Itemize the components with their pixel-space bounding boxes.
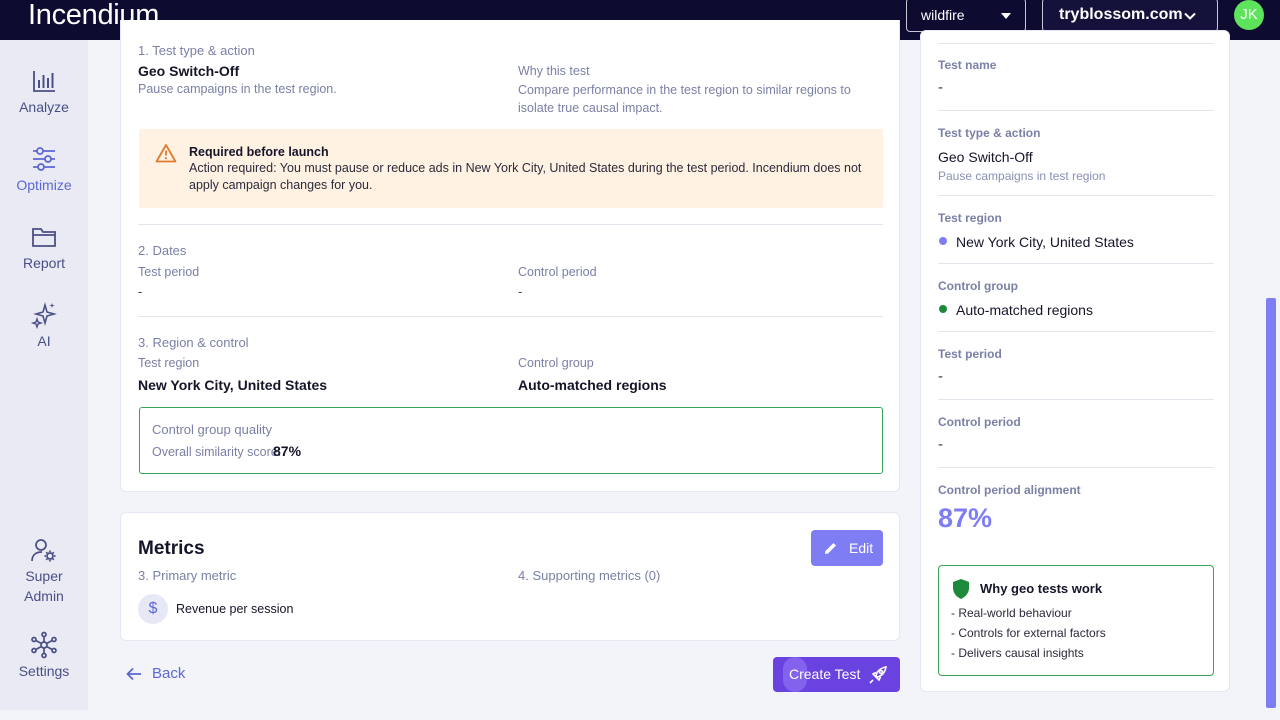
network-icon bbox=[31, 631, 57, 659]
control-group-label: Control group bbox=[938, 279, 1018, 293]
caret-down-icon bbox=[1001, 13, 1011, 19]
control-period-label: Control period bbox=[518, 265, 597, 279]
dollar-icon: $ bbox=[138, 594, 168, 624]
launch-warning: Required before launch Action required: … bbox=[139, 129, 883, 208]
sidebar-item-report[interactable]: Report bbox=[0, 223, 88, 271]
primary-metric-label: 3. Primary metric bbox=[138, 568, 237, 583]
sliders-icon bbox=[33, 147, 55, 171]
arrow-left-icon bbox=[126, 667, 141, 681]
scrollbar-thumb[interactable] bbox=[1266, 298, 1276, 708]
divider bbox=[938, 110, 1214, 111]
divider bbox=[938, 263, 1214, 264]
divider bbox=[938, 467, 1214, 468]
control-group-label: Control group bbox=[518, 356, 594, 370]
warning-title: Required before launch bbox=[189, 145, 329, 159]
sidebar-item-optimize[interactable]: Optimize bbox=[0, 145, 88, 193]
section-title-dates: 2. Dates bbox=[138, 243, 187, 258]
edit-label: Edit bbox=[849, 540, 874, 556]
site-selector-value: tryblossom.com bbox=[1059, 6, 1183, 23]
test-type-value: Geo Switch-Off bbox=[938, 149, 1033, 165]
control-dot bbox=[939, 305, 947, 313]
alignment-label: Control period alignment bbox=[938, 483, 1081, 497]
sidebar-item-label: Analyze bbox=[19, 99, 69, 115]
control-period-label: Control period bbox=[938, 415, 1021, 429]
edit-metrics-button[interactable]: Edit bbox=[811, 530, 883, 566]
test-summary-panel: Test name - Test type & action Geo Switc… bbox=[920, 30, 1230, 692]
primary-metric-value: Revenue per session bbox=[176, 602, 294, 616]
sidebar: Analyze Optimize Report AI Super Admin S… bbox=[0, 40, 88, 710]
control-period-value: - bbox=[938, 436, 943, 453]
sidebar-item-label: Super bbox=[25, 568, 63, 584]
test-region-value: New York City, United States bbox=[956, 234, 1134, 250]
sidebar-item-super-admin[interactable]: Super Admin bbox=[0, 536, 88, 604]
why-geo-tests-box: Why geo tests work - Real-world behaviou… bbox=[938, 565, 1214, 676]
warning-text: Action required: You must pause or reduc… bbox=[189, 161, 862, 192]
divider bbox=[938, 43, 1214, 44]
control-group-value: Auto-matched regions bbox=[956, 302, 1093, 318]
test-region-label: Test region bbox=[138, 356, 200, 370]
shield-icon bbox=[953, 579, 969, 599]
divider bbox=[138, 316, 883, 317]
section-title-region: 3. Region & control bbox=[138, 335, 249, 350]
rocket-icon bbox=[869, 666, 887, 684]
sidebar-item-label: AI bbox=[37, 333, 51, 349]
list-item: - Real-world behaviour bbox=[951, 606, 1072, 620]
test-period-label: Test period bbox=[138, 265, 200, 279]
control-group-quality: Control group quality Overall similarity… bbox=[139, 407, 883, 474]
control-group-value: Auto-matched regions bbox=[518, 377, 667, 393]
divider bbox=[938, 331, 1214, 332]
bar-chart-icon bbox=[33, 71, 55, 92]
metrics-title: Metrics bbox=[138, 538, 205, 559]
create-test-button[interactable]: Create Test bbox=[773, 657, 900, 692]
sidebar-item-label: Admin bbox=[24, 588, 64, 604]
region-dot bbox=[939, 237, 947, 245]
create-test-label: Create Test bbox=[789, 666, 861, 682]
quality-title: Control group quality bbox=[152, 422, 272, 437]
sidebar-item-ai[interactable]: AI bbox=[0, 301, 88, 349]
metrics-card: Metrics Edit 3. Primary metric 4. Suppor… bbox=[120, 512, 900, 641]
summary-card: 1. Test type & action Geo Switch-Off Pau… bbox=[120, 20, 900, 492]
test-period-value: - bbox=[938, 368, 943, 385]
sidebar-item-label: Report bbox=[22, 255, 66, 271]
list-item: - Delivers causal insights bbox=[951, 646, 1084, 660]
sidebar-item-label: Settings bbox=[18, 663, 70, 679]
user-gear-icon bbox=[31, 539, 56, 562]
similarity-score-value: 87% bbox=[273, 443, 302, 459]
control-period-value: - bbox=[518, 284, 523, 299]
divider bbox=[138, 224, 883, 225]
sidebar-item-label: Optimize bbox=[16, 177, 72, 193]
test-period-value: - bbox=[138, 284, 143, 299]
test-type-label: Test type & action bbox=[938, 126, 1041, 140]
folder-icon bbox=[32, 228, 56, 247]
test-name-value: - bbox=[938, 79, 943, 96]
avatar[interactable]: JK bbox=[1234, 0, 1264, 30]
divider bbox=[938, 195, 1214, 196]
warning-icon bbox=[155, 144, 177, 163]
pencil-icon bbox=[825, 543, 836, 554]
sidebar-item-analyze[interactable]: Analyze bbox=[0, 67, 88, 115]
project-selector-value: wildfire bbox=[921, 7, 965, 23]
why-this-test-label: Why this test bbox=[518, 64, 590, 78]
sparkles-icon bbox=[30, 302, 57, 329]
test-type-value: Geo Switch-Off bbox=[138, 63, 240, 79]
site-selector[interactable]: tryblossom.com bbox=[1042, 0, 1218, 32]
test-name-label: Test name bbox=[938, 58, 997, 72]
test-type-subtext: Pause campaigns in test region bbox=[938, 169, 1106, 183]
similarity-score-label: Overall similarity score: bbox=[152, 445, 282, 459]
test-region-label: Test region bbox=[938, 211, 1002, 225]
why-this-test-description: Compare performance in the test region t… bbox=[518, 83, 851, 115]
why-title: Why geo tests work bbox=[980, 581, 1103, 596]
project-selector[interactable]: wildfire bbox=[906, 0, 1026, 32]
back-label: Back bbox=[152, 665, 186, 682]
supporting-metrics-label: 4. Supporting metrics (0) bbox=[518, 568, 661, 583]
test-type-description: Pause campaigns in the test region. bbox=[138, 82, 337, 96]
test-region-value: New York City, United States bbox=[138, 377, 328, 393]
sidebar-item-settings[interactable]: Settings bbox=[0, 631, 88, 679]
list-item: - Controls for external factors bbox=[951, 626, 1106, 640]
alignment-value: 87% bbox=[938, 503, 993, 533]
divider bbox=[938, 399, 1214, 400]
test-period-label: Test period bbox=[938, 347, 1002, 361]
chevron-down-icon bbox=[1184, 12, 1196, 20]
section-title-test-type: 1. Test type & action bbox=[138, 43, 255, 58]
